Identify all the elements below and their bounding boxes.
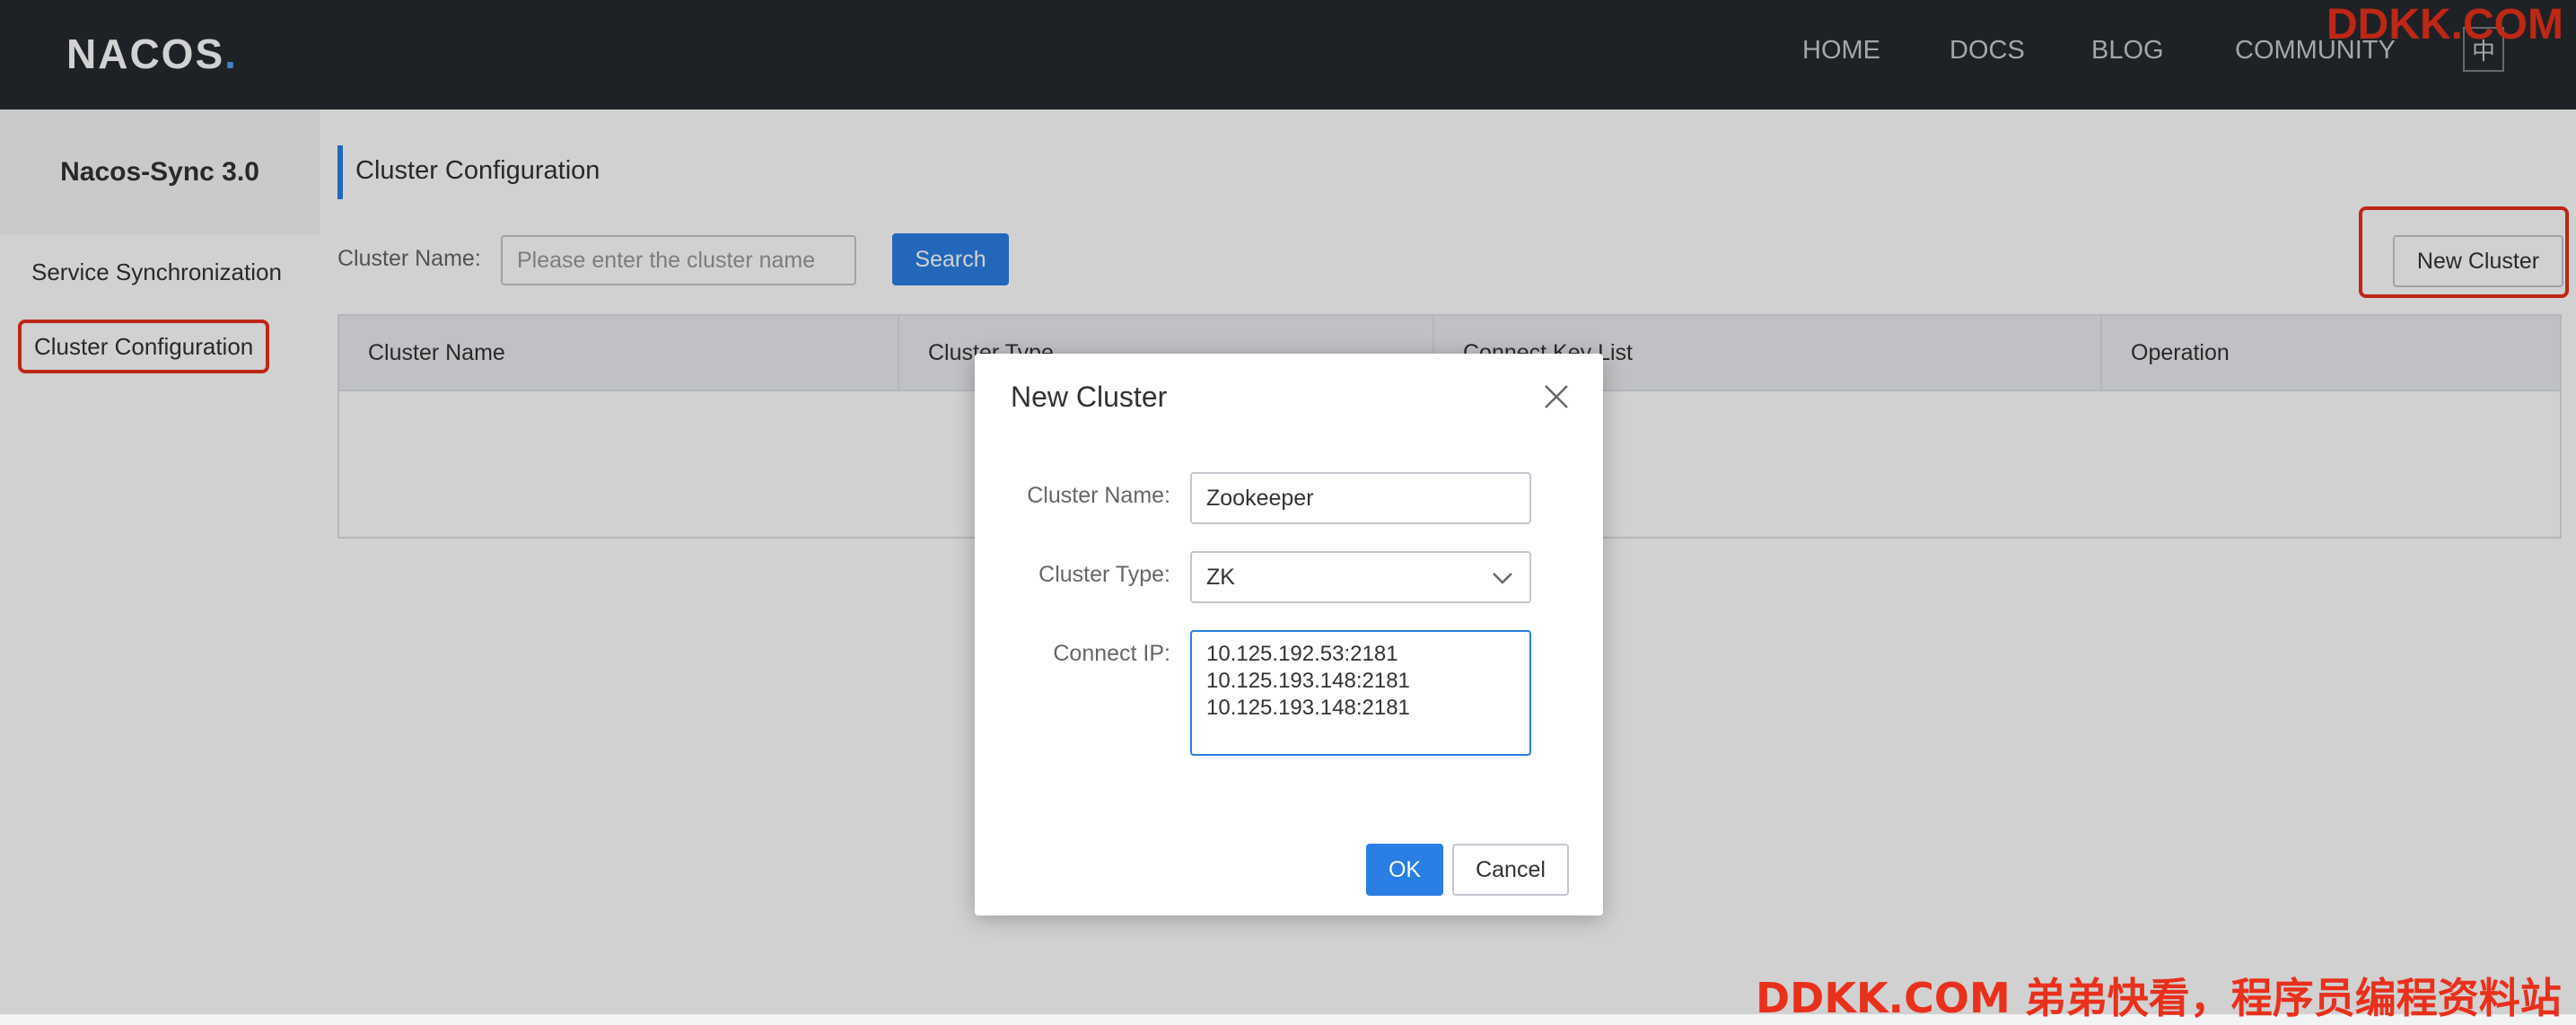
cluster-type-value: ZK (1206, 564, 1235, 590)
watermark-bottom: DDKK.COM 弟弟快看，程序员编程资料站 (1756, 974, 2562, 1022)
new-cluster-dialog: New Cluster Cluster Name: Cluster Type: … (975, 354, 1603, 915)
dialog-title: New Cluster (1011, 381, 1168, 413)
close-icon[interactable] (1538, 379, 1574, 415)
cluster-name-field[interactable] (1190, 472, 1531, 524)
cancel-button[interactable]: Cancel (1452, 844, 1569, 896)
cluster-name-label: Cluster Name: (1027, 483, 1170, 508)
chevron-down-icon (1493, 573, 1512, 584)
cluster-type-select[interactable]: ZK (1190, 551, 1531, 603)
connect-ip-textarea[interactable]: 10.125.192.53:2181 10.125.193.148:2181 1… (1190, 630, 1531, 756)
connect-ip-label: Connect IP: (1053, 641, 1170, 666)
ok-button[interactable]: OK (1366, 844, 1443, 896)
cluster-type-label: Cluster Type: (1038, 562, 1170, 587)
